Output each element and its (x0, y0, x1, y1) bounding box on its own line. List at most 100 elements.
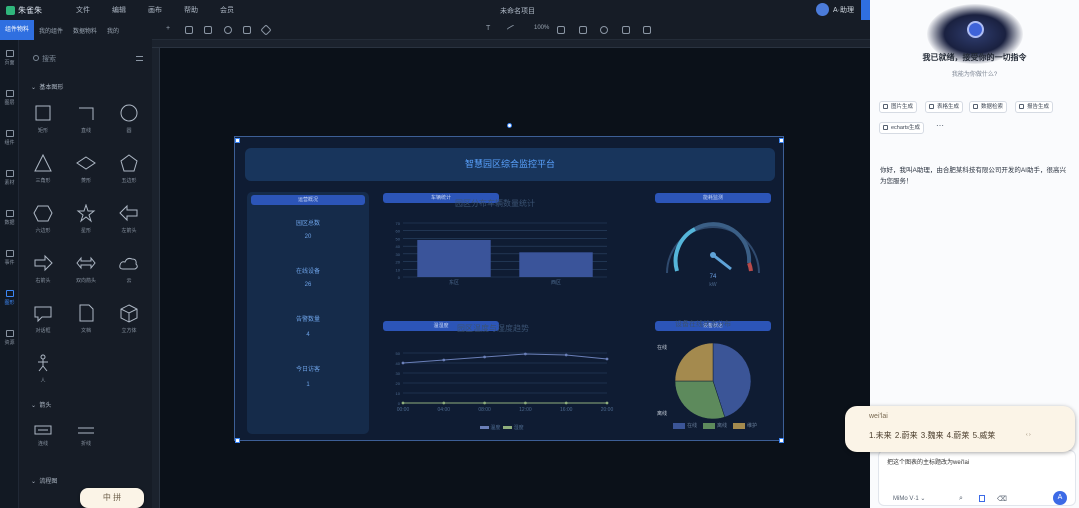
rail-item[interactable]: 素材 (2, 170, 17, 186)
shape-item[interactable]: 云 (114, 254, 144, 284)
layer-icon[interactable] (643, 26, 651, 34)
resize-handle[interactable] (235, 138, 240, 143)
more-options-icon[interactable]: ⋯ (936, 121, 944, 130)
model-selector[interactable]: MiMo V·1 ⌄ (893, 495, 925, 502)
send-button[interactable]: A (1053, 491, 1067, 505)
quick-data-search[interactable]: 数据检索 (969, 101, 1008, 113)
shape-connector[interactable]: 连线 (28, 424, 58, 447)
chat-composer[interactable]: 把这个图表的主标题改为wei'lai MiMo V·1 ⌄ ⌕ ⌫ A (878, 450, 1076, 506)
shape-item[interactable]: 菱形 (71, 154, 101, 184)
menu-icon[interactable] (136, 56, 143, 61)
history-icon[interactable] (224, 26, 232, 34)
search-placeholder: 搜索 (42, 56, 56, 63)
resize-handle[interactable] (779, 138, 784, 143)
line-point (564, 353, 568, 357)
report-icon (1019, 104, 1024, 109)
shape-item[interactable]: 立方体 (114, 304, 144, 334)
page-icon[interactable] (204, 26, 212, 34)
chat-input[interactable]: 把这个图表的主标题改为wei'lai (887, 457, 969, 466)
shape-polyline[interactable]: 折线 (71, 424, 101, 447)
pie-legend-swatch (673, 422, 685, 429)
line-xtick-label: 08:00 (478, 407, 491, 413)
shape-item[interactable]: 直线 (71, 104, 101, 134)
tab-my-components[interactable]: 我的组件 (34, 26, 68, 35)
pie-legend-label: 离线 (717, 423, 728, 429)
line-xtick-label: 20:00 (601, 407, 614, 413)
rail-item[interactable]: 图层 (2, 90, 17, 106)
rail-item[interactable]: 事件 (2, 250, 17, 266)
group-icon[interactable] (579, 26, 587, 34)
menu-edit[interactable]: 编辑 (112, 5, 126, 15)
tab-data-library[interactable]: 数据物料 (68, 26, 102, 35)
link-icon[interactable] (622, 26, 630, 34)
shape-item[interactable]: 矩形 (28, 104, 58, 134)
menu-file[interactable]: 文件 (76, 5, 90, 15)
rail-item[interactable]: 资源 (2, 330, 17, 346)
line-tool-icon[interactable] (506, 24, 518, 36)
section-basic-shapes[interactable]: ⌄ 基本图形 (31, 82, 63, 91)
ime-status-badge[interactable]: 中 拼 (80, 488, 144, 508)
shape-item[interactable]: 右箭头 (28, 254, 58, 284)
project-title[interactable]: 未命名项目 (500, 6, 535, 16)
quick-table-gen-label: 表格生成 (937, 104, 960, 110)
bar-chart[interactable]: 0 10 20 30 40 50 60 70 东区 西区 (375, 219, 625, 289)
menu-canvas[interactable]: 画布 (148, 5, 162, 15)
save-icon[interactable] (185, 26, 193, 34)
file-icon[interactable] (979, 495, 985, 502)
shape-item[interactable]: 三角形 (28, 154, 58, 184)
gauge-chart[interactable]: 74 kW (655, 203, 771, 287)
attach-icon[interactable]: ⌕ (959, 495, 963, 503)
resize-handle[interactable] (779, 438, 784, 443)
quick-table-gen[interactable]: 表格生成 (925, 101, 964, 113)
quick-image-gen[interactable]: 图片生成 (879, 101, 918, 113)
ime-candidates[interactable]: 1.未来 2.蔚来 3.魏来 4.蔚莱 5.威莱 (869, 430, 995, 441)
add-icon[interactable]: + (166, 25, 170, 32)
zoom-level[interactable]: 100% (534, 25, 549, 31)
resize-handle[interactable] (235, 438, 240, 443)
preview-icon[interactable] (243, 26, 251, 34)
section-flowchart[interactable]: ⌄ 流程图 (31, 476, 57, 485)
text-tool-icon[interactable]: T (486, 25, 490, 32)
align-icon[interactable] (557, 26, 565, 34)
shape-item[interactable]: 五边形 (114, 154, 144, 184)
rotate-handle[interactable] (507, 123, 512, 128)
user-menu[interactable]: A·助理 (816, 3, 854, 16)
quick-echarts-gen[interactable]: echarts生成 (879, 122, 925, 134)
app-logo[interactable]: 朱雀朱 (6, 5, 42, 16)
rail-item[interactable]: 页面 (2, 50, 17, 66)
shape-item[interactable]: 双向箭头 (71, 254, 101, 284)
clear-icon[interactable]: ⌫ (997, 495, 1007, 503)
main-menu: 文件 编辑 画布 帮助 会员 (76, 5, 234, 15)
rail-item-label: 事件 (4, 260, 15, 266)
tab-component-library[interactable]: 组件物料 (0, 20, 35, 40)
shape-item[interactable]: 人 (28, 354, 58, 384)
palette-search-input[interactable]: 搜索 (33, 54, 56, 64)
rail-item[interactable]: 数据 (2, 210, 17, 226)
kpi-card[interactable]: 运营概况 园区总数 20 在线设备 26 告警数量 4 今日访客 1 (247, 192, 369, 434)
tab-mine[interactable]: 我的 (102, 26, 124, 35)
shape-item[interactable]: 文档 (71, 304, 101, 334)
shape-item[interactable]: 星形 (71, 204, 101, 234)
pie-chart[interactable]: 在线离线 (655, 331, 771, 421)
assistant-toggle-button[interactable] (861, 0, 870, 20)
shape-item[interactable]: 左箭头 (114, 204, 144, 234)
rail-item[interactable]: 组件 (2, 130, 17, 146)
ime-page-arrows-icon[interactable]: ‹ › (1026, 432, 1031, 438)
dashboard-artboard[interactable]: 智慧园区综合监控平台 运营概况 园区总数 20 在线设备 26 告警数量 4 今… (234, 136, 784, 441)
settings-icon[interactable] (260, 24, 272, 36)
dashboard-title[interactable]: 智慧园区综合监控平台 (245, 148, 775, 181)
rail-item-icon (5, 210, 14, 217)
chart-icon (883, 125, 888, 130)
menu-vip[interactable]: 会员 (220, 5, 234, 15)
line-ytick-label: 20 (396, 381, 401, 386)
rail-item[interactable]: 图形 (2, 290, 17, 306)
rotate-icon[interactable] (600, 26, 608, 34)
shape-item[interactable]: 对话框 (28, 304, 58, 334)
shape-item[interactable]: 六边形 (28, 204, 58, 234)
menu-help[interactable]: 帮助 (184, 5, 198, 15)
quick-report-gen[interactable]: 报告生成 (1015, 101, 1054, 113)
section-arrows[interactable]: ⌄ 箭头 (31, 400, 51, 409)
line-chart[interactable]: 0 10 20 30 40 50 00:00 04:00 08:00 12:00 16:00 20:0… (375, 347, 625, 417)
shape-item[interactable]: 圆 (114, 104, 144, 134)
rail-item-label: 图形 (4, 300, 15, 306)
